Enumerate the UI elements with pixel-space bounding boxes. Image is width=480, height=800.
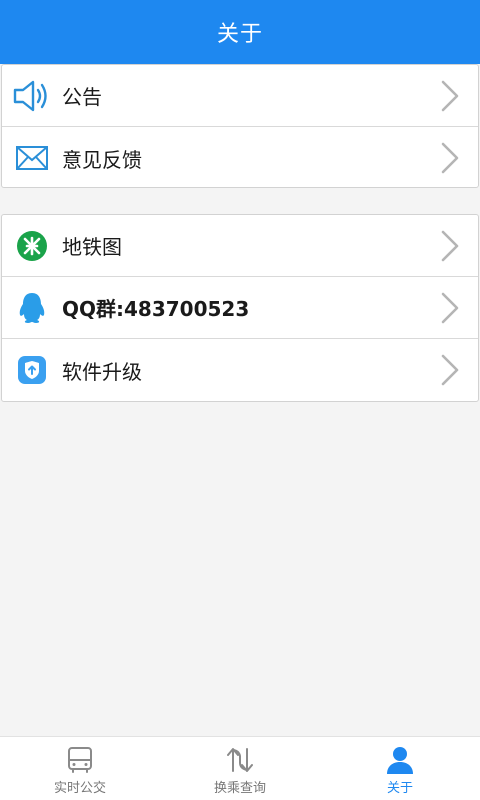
chevron-right-icon <box>441 142 459 174</box>
row-metro-map[interactable]: 地铁图 <box>2 215 478 277</box>
row-announcement[interactable]: 公告 <box>2 65 478 127</box>
row-label: 意见反馈 <box>62 147 142 172</box>
nav-label: 关于 <box>386 781 413 796</box>
row-label: QQ群:483700523 <box>62 297 250 321</box>
user-icon <box>385 745 415 775</box>
row-qq-group[interactable]: QQ群:483700523 <box>2 277 478 339</box>
row-feedback[interactable]: 意见反馈 <box>2 127 478 189</box>
bus-icon <box>65 745 95 775</box>
nav-item-realtime-bus[interactable]: 实时公交 <box>0 737 160 800</box>
nav-item-about[interactable]: 关于 <box>320 737 480 800</box>
row-software-upgrade[interactable]: 软件升级 <box>2 339 478 401</box>
bottom-nav: 实时公交 换乘查询 关于 <box>0 736 480 800</box>
chevron-right-icon <box>441 292 459 324</box>
row-label: 软件升级 <box>62 359 142 384</box>
metro-logo-icon <box>2 215 62 277</box>
chevron-right-icon <box>441 354 459 386</box>
row-label: 公告 <box>62 85 102 109</box>
header-bar: 关于 <box>0 0 480 64</box>
settings-group-1: 公告 意见反馈 <box>1 64 479 188</box>
chevron-right-icon <box>441 230 459 262</box>
mail-icon <box>2 127 62 189</box>
nav-label: 实时公交 <box>53 781 106 796</box>
transfer-arrows-icon <box>225 745 255 775</box>
speaker-icon <box>2 65 62 127</box>
nav-label: 换乘查询 <box>213 781 266 796</box>
qq-penguin-icon <box>2 277 62 339</box>
row-label: 地铁图 <box>62 235 122 259</box>
nav-item-transfer-query[interactable]: 换乘查询 <box>160 737 320 800</box>
page-title: 关于 <box>216 22 263 47</box>
settings-group-2: 地铁图 QQ群:483700523 软件升级 <box>1 214 479 402</box>
chevron-right-icon <box>441 80 459 112</box>
upgrade-icon <box>2 339 62 401</box>
app-screen: 关于 公告 意见反馈 地铁图 QQ群:483700523 软件升级 实时公交 换… <box>0 0 480 800</box>
